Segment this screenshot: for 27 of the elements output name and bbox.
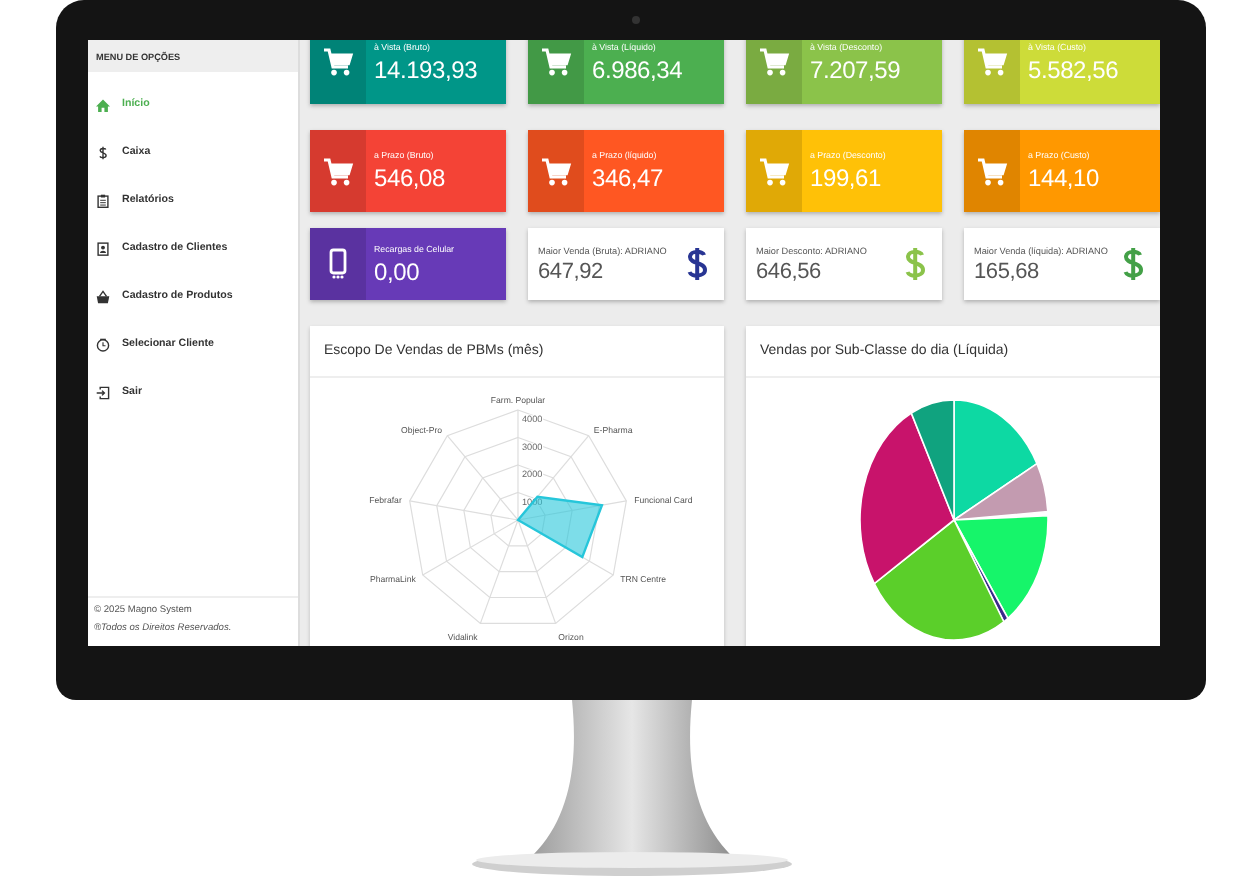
tile-value: 199,61 <box>810 164 884 192</box>
tile-value: 6.986,34 <box>592 55 685 83</box>
tile-value: 0,00 <box>374 257 422 285</box>
tile-value: 5.582,56 <box>1028 55 1121 83</box>
tile-value: 7.207,59 <box>810 55 903 83</box>
home-icon <box>96 97 110 111</box>
stopwatch-icon <box>96 337 110 351</box>
clipboard-icon <box>96 193 110 207</box>
cart-icon <box>322 155 354 187</box>
contact-card-icon <box>96 241 110 255</box>
cart-icon <box>976 46 1008 78</box>
cart-icon <box>976 155 1008 187</box>
tile-value: 546,08 <box>374 164 448 192</box>
tile-value: 14.193,93 <box>374 55 480 83</box>
dollar-icon <box>96 145 110 159</box>
tile-value: 165,68 <box>974 259 1041 283</box>
tile-value: 646,56 <box>756 259 823 283</box>
tile-value: 144,10 <box>1028 164 1102 192</box>
cart-icon <box>322 46 354 78</box>
tile-value: 346,47 <box>592 164 666 192</box>
cart-icon <box>540 46 572 78</box>
cart-icon <box>758 155 790 187</box>
cart-icon <box>758 46 790 78</box>
cart-icon <box>540 155 572 187</box>
tile-value: 647,92 <box>538 259 605 283</box>
exit-icon <box>96 385 110 399</box>
basket-icon <box>96 289 110 303</box>
